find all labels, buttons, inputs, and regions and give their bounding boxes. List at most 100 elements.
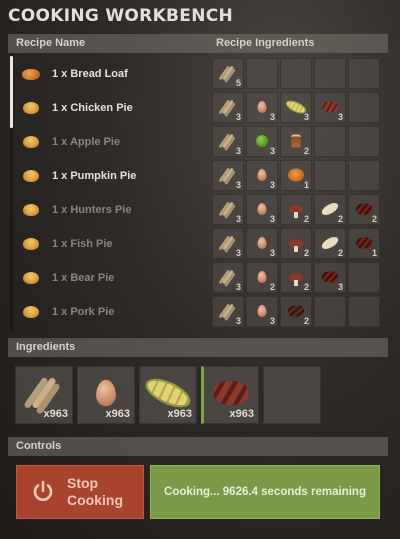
ingredient-cell: 2 xyxy=(314,194,346,225)
ingredient-cell: 3 xyxy=(246,194,278,225)
ingredient-qty: 3 xyxy=(269,214,275,224)
egg-icon-shape xyxy=(257,202,267,215)
ingredient-cell: 2 xyxy=(280,126,312,157)
chicken-pie-icon xyxy=(20,100,42,116)
pork-meat-icon-shape xyxy=(288,305,304,317)
ingredient-cell xyxy=(348,296,380,327)
wheat-icon xyxy=(222,65,234,81)
ingredient-qty: 3 xyxy=(235,146,241,156)
ingredient-cell xyxy=(348,160,380,191)
bear-meat-icon-shape xyxy=(356,203,372,215)
ingredient-cell: 3 xyxy=(212,160,244,191)
hunters-pie-icon xyxy=(20,202,42,218)
ingredient-cell: 3 xyxy=(212,262,244,293)
chicken-meat-icon xyxy=(322,101,338,113)
recipe-row[interactable]: 1 x Apple Pie xyxy=(16,126,206,158)
apple-pie-icon xyxy=(20,134,42,150)
ingredient-cell xyxy=(314,58,346,89)
ingredient-slot[interactable]: x963 xyxy=(77,366,135,424)
recipe-row[interactable]: 1 x Chicken Pie xyxy=(16,92,206,124)
page-title: COOKING WORKBENCH xyxy=(8,6,234,26)
controls-header-label: Controls xyxy=(16,440,62,452)
egg-icon-shape xyxy=(257,304,267,317)
bread-loaf-icon-shape xyxy=(22,68,40,80)
recipe-row[interactable]: 1 x Pork Pie xyxy=(16,296,206,328)
ingredient-cell xyxy=(314,160,346,191)
ingredient-cell: 1 xyxy=(348,228,380,259)
bread-loaf-icon xyxy=(20,66,42,82)
recipe-row[interactable]: 1 x Fish Pie xyxy=(16,228,206,260)
egg-icon-shape xyxy=(257,270,267,283)
jar-icon-shape xyxy=(291,134,301,148)
cooking-status: Cooking... 9626.4 seconds remaining xyxy=(150,465,380,519)
recipe-scrollbar-thumb[interactable] xyxy=(10,56,13,128)
ingredient-qty: 3 xyxy=(235,248,241,258)
empty-ingredient-slot[interactable] xyxy=(263,366,321,424)
recipe-label: 1 x Fish Pie xyxy=(52,238,113,250)
egg-icon-shape xyxy=(257,168,267,181)
ingredient-slot[interactable]: x963 xyxy=(201,366,259,424)
pumpkin-pie-icon-shape xyxy=(23,170,39,182)
ingredient-cell xyxy=(348,262,380,293)
ingredient-qty: 3 xyxy=(235,316,241,326)
corn-icon xyxy=(144,375,192,411)
ingredient-cell: 3 xyxy=(212,126,244,157)
bear-pie-icon-shape xyxy=(23,272,39,284)
ingredient-cell xyxy=(246,58,278,89)
ingredient-cell: 2 xyxy=(280,262,312,293)
ingredient-cell xyxy=(314,296,346,327)
wheat-icon xyxy=(222,269,234,285)
wheat-icon xyxy=(222,167,234,183)
ingredient-slot[interactable]: x963 xyxy=(139,366,197,424)
ingredient-cell: 3 xyxy=(246,160,278,191)
ingredient-qty: 3 xyxy=(235,112,241,122)
ingredient-qty: 3 xyxy=(269,248,275,258)
bear-meat-icon xyxy=(356,203,372,215)
mushroom-icon xyxy=(289,272,303,286)
recipe-row[interactable]: 1 x Bear Pie xyxy=(16,262,206,294)
wheat-icon xyxy=(222,235,234,251)
raw-meat-icon xyxy=(356,237,372,249)
stop-cooking-button[interactable]: Stop Cooking xyxy=(16,465,144,519)
recipe-label: 1 x Pork Pie xyxy=(52,306,115,318)
wheat-icon-shape xyxy=(222,201,234,217)
egg-icon xyxy=(257,100,267,113)
bear-pie-icon xyxy=(20,270,42,286)
ingredient-qty: 3 xyxy=(269,146,275,156)
fish-icon xyxy=(319,234,341,252)
ingredient-qty: 3 xyxy=(337,282,343,292)
ingredient-slot-qty: x963 xyxy=(105,408,130,420)
ingredient-cell: 1 xyxy=(280,160,312,191)
ingredient-qty: 3 xyxy=(235,214,241,224)
recipe-row[interactable]: 1 x Bread Loaf xyxy=(16,58,206,90)
recipes-header: Recipe Name Recipe Ingredients xyxy=(8,34,388,53)
mushroom-icon xyxy=(289,204,303,218)
ingredient-cell xyxy=(314,126,346,157)
recipe-row[interactable]: 1 x Pumpkin Pie xyxy=(16,160,206,192)
ingredient-slot[interactable]: x963 xyxy=(15,366,73,424)
ingredient-cell: 3 xyxy=(246,92,278,123)
ingredient-cell: 3 xyxy=(212,296,244,327)
ingredient-qty: 2 xyxy=(303,282,309,292)
recipe-label: 1 x Pumpkin Pie xyxy=(52,170,137,182)
ingredient-qty: 5 xyxy=(235,78,241,88)
ingredient-qty: 2 xyxy=(269,282,275,292)
ingredient-cell: 2 xyxy=(280,228,312,259)
egg-icon-shape xyxy=(257,236,267,249)
jar-icon xyxy=(291,134,301,148)
recipe-list[interactable]: 1 x Bread Loaf 5 1 x Chicken Pie 3 3 3 3 1 x Ap… xyxy=(8,54,388,332)
ingredient-cell xyxy=(348,92,380,123)
wheat-icon-shape xyxy=(31,376,57,410)
raw-meat-icon-shape xyxy=(356,237,372,249)
recipe-row[interactable]: 1 x Hunters Pie xyxy=(16,194,206,226)
ingredients-header-label: Ingredients xyxy=(16,341,76,353)
wheat-icon xyxy=(222,303,234,319)
mushroom-icon-shape xyxy=(289,204,303,218)
ingredient-cell: 2 xyxy=(314,228,346,259)
wheat-icon xyxy=(222,201,234,217)
ingredient-slot-qty: x963 xyxy=(167,408,192,420)
ingredients-header: Ingredients xyxy=(8,338,388,357)
stop-cooking-label: Stop Cooking xyxy=(67,475,123,508)
ingredient-cell: 3 xyxy=(246,228,278,259)
pumpkin-icon xyxy=(288,168,304,182)
